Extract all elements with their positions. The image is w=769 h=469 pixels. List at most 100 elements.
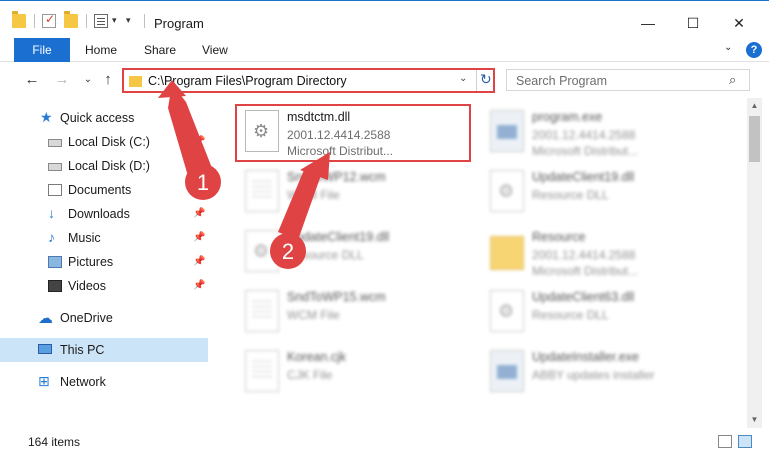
sidebar-item-videos[interactable]: Videos 📌 — [0, 274, 208, 298]
pin-icon: 📌 — [193, 256, 206, 267]
file-name: SndToWP15.wcm — [287, 290, 386, 304]
close-button[interactable]: ✕ — [725, 9, 753, 37]
toolbar-divider — [86, 14, 87, 28]
search-input[interactable]: Search Program ⌕ — [506, 69, 750, 91]
sidebar-item-label: Local Disk (C:) — [68, 135, 150, 149]
file-name: UpdateClient19.dll — [287, 230, 390, 244]
file-item[interactable]: Korean.cjk CJK File — [237, 344, 477, 402]
file-item[interactable]: UpdateClient19.dll Resource DLL — [482, 164, 722, 222]
music-icon: ♪ — [48, 229, 55, 245]
chevron-down-icon[interactable]: ▾ — [112, 15, 117, 26]
toolbar-divider — [34, 14, 35, 28]
star-icon: ★ — [40, 109, 53, 125]
tab-share[interactable]: Share — [144, 38, 176, 62]
sidebar-item-quick-access[interactable]: ★ Quick access — [0, 106, 208, 130]
pin-icon: 📌 — [193, 232, 206, 243]
file-name: UpdateClient19.dll — [532, 170, 635, 184]
sidebar-item-label: Local Disk (D:) — [68, 159, 150, 173]
sidebar-item-label: Documents — [68, 183, 132, 197]
file-name: UpdateInstaller.exe — [532, 350, 640, 364]
sidebar-item-label: Network — [60, 375, 106, 389]
details-view-icon[interactable] — [718, 435, 732, 448]
navigation-pane: ★ Quick access Local Disk (C:) 📌 Local D… — [0, 98, 212, 428]
videos-icon — [48, 280, 62, 292]
item-count: 164 items — [28, 435, 81, 449]
back-button[interactable]: ← — [22, 70, 42, 90]
document-icon — [245, 170, 279, 212]
sidebar-item-downloads[interactable]: ↓ Downloads 📌 — [0, 202, 208, 226]
address-path[interactable]: C:\Program Files\Program Directory — [148, 74, 347, 88]
search-placeholder: Search Program — [516, 74, 608, 88]
drive-icon — [48, 139, 62, 147]
window-title: Program — [154, 16, 204, 31]
file-name: program.exe — [532, 110, 603, 124]
new-folder-icon[interactable] — [64, 11, 78, 28]
file-type: Resource DLL — [532, 308, 609, 322]
dll-gear-icon — [490, 170, 524, 212]
dll-gear-icon — [490, 290, 524, 332]
file-item[interactable]: program.exe 2001.12.4414.2588 Microsoft … — [482, 104, 722, 162]
properties-check-icon[interactable] — [42, 12, 56, 28]
search-icon[interactable]: ⌕ — [729, 72, 736, 88]
up-button[interactable]: ↑ — [98, 70, 118, 90]
cloud-icon: ☁ — [38, 310, 53, 327]
file-item[interactable]: SndToWP15.wcm WCM File — [237, 284, 477, 342]
sidebar-item-label: This PC — [60, 343, 105, 357]
tab-home[interactable]: Home — [85, 38, 117, 62]
file-name: Korean.cjk — [287, 350, 347, 364]
file-name: UpdateClient63.dll — [532, 290, 635, 304]
sidebar-item-onedrive[interactable]: ☁ OneDrive — [0, 306, 208, 330]
sidebar-item-this-pc[interactable]: This PC — [0, 338, 208, 362]
sidebar-item-label: Quick access — [60, 111, 135, 125]
file-item[interactable]: UpdateInstaller.exe ABBY updates install… — [482, 344, 722, 402]
pin-icon: 📌 — [193, 136, 206, 147]
sidebar-item-label: Videos — [68, 279, 106, 293]
sidebar-item-local-disk-d[interactable]: Local Disk (D:) — [0, 154, 208, 178]
sidebar-item-documents[interactable]: Documents 📌 — [0, 178, 208, 202]
scroll-down-icon[interactable]: ▼ — [747, 412, 762, 428]
status-bar: 164 items — [0, 430, 769, 454]
help-icon[interactable]: ? — [746, 42, 762, 58]
address-divider — [476, 70, 477, 91]
recent-locations-button[interactable]: ⌄ — [78, 70, 98, 90]
sidebar-item-network[interactable]: ⊞ Network — [0, 370, 208, 394]
file-type: Resource DLL — [287, 248, 364, 262]
scroll-up-icon[interactable]: ▲ — [747, 98, 762, 114]
refresh-icon[interactable]: ↻ — [480, 71, 492, 88]
tab-file[interactable]: File — [14, 38, 70, 62]
scrollbar-thumb[interactable] — [749, 116, 760, 162]
customize-toolbar-icon[interactable]: ▾ — [126, 15, 131, 26]
exe-icon — [490, 110, 524, 152]
minimize-button[interactable]: — — [634, 9, 662, 37]
file-item[interactable]: SndToWP12.wcm WCM File — [237, 164, 477, 222]
large-icons-view-icon[interactable] — [738, 435, 752, 448]
exe-icon — [490, 350, 524, 392]
ribbon: File Home Share View ⌄ ? — [0, 38, 769, 62]
file-type: ABBY updates installer — [532, 368, 655, 382]
tab-view[interactable]: View — [202, 38, 228, 62]
file-highlight-box — [235, 104, 471, 162]
vertical-scrollbar[interactable]: ▲ ▼ — [747, 98, 762, 428]
sidebar-item-local-disk-c[interactable]: Local Disk (C:) 📌 — [0, 130, 208, 154]
file-version: 2001.12.4414.2588 — [532, 248, 636, 262]
chevron-down-icon[interactable]: ⌄ — [459, 73, 467, 84]
file-item[interactable]: UpdateClient19.dll Resource DLL — [237, 224, 477, 282]
file-type: CJK File — [287, 368, 333, 382]
properties-icon[interactable] — [94, 14, 108, 28]
pin-icon: 📌 — [193, 280, 206, 291]
pin-icon: 📌 — [193, 184, 206, 195]
maximize-button[interactable]: ☐ — [679, 9, 707, 37]
toolbar-divider — [144, 14, 145, 28]
file-item[interactable]: UpdateClient63.dll Resource DLL — [482, 284, 722, 342]
folder-icon[interactable] — [12, 11, 26, 28]
sidebar-item-music[interactable]: ♪ Music 📌 — [0, 226, 208, 250]
sidebar-item-pictures[interactable]: Pictures 📌 — [0, 250, 208, 274]
file-type: Resource DLL — [532, 188, 609, 202]
forward-button[interactable]: → — [52, 70, 72, 90]
file-version: 2001.12.4414.2588 — [532, 128, 636, 142]
folder-icon — [129, 76, 142, 87]
expand-ribbon-icon[interactable]: ⌄ — [724, 42, 732, 53]
file-item[interactable]: Resource 2001.12.4414.2588 Microsoft Dis… — [482, 224, 722, 282]
address-bar[interactable]: C:\Program Files\Program Directory ⌄ ↻ — [122, 68, 495, 93]
sidebar-item-label: Downloads — [68, 207, 130, 221]
